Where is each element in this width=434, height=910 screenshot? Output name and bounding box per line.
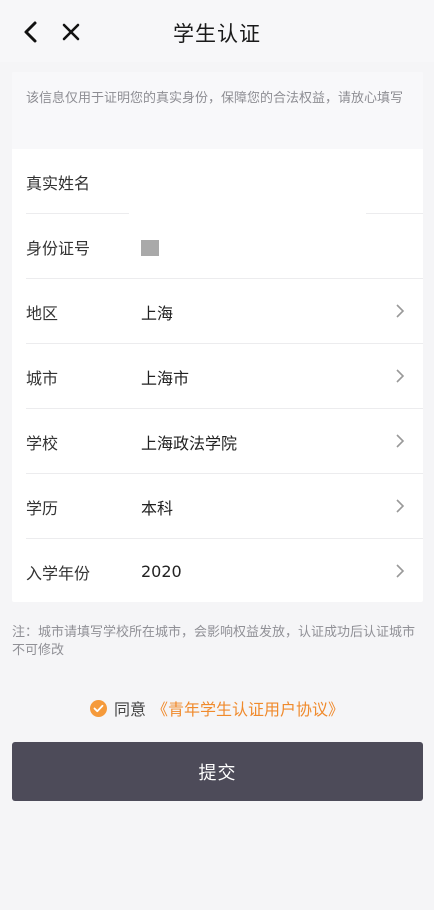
real-name-row[interactable]: 真实姓名	[12, 149, 423, 214]
privacy-notice: 该信息仅用于证明您的真实身份，保障您的合法权益，请放心填写	[12, 72, 423, 149]
city-row[interactable]: 城市 上海市	[12, 344, 423, 409]
real-name-label: 真实姓名	[26, 173, 91, 193]
education-label: 学历	[26, 498, 59, 518]
city-value: 上海市	[141, 368, 190, 388]
verification-form-card: 该信息仅用于证明您的真实身份，保障您的合法权益，请放心填写 真实姓名 身份证号 …	[12, 72, 423, 602]
education-value: 本科	[141, 498, 174, 518]
region-row[interactable]: 地区 上海	[12, 279, 423, 344]
enrollment-year-row[interactable]: 入学年份 2020	[12, 539, 423, 602]
chevron-right-icon	[396, 564, 405, 578]
id-number-placeholder-block	[141, 240, 159, 256]
enrollment-year-label: 入学年份	[26, 563, 91, 583]
chevron-right-icon	[396, 304, 405, 318]
agreement-text: 同意	[113, 700, 146, 719]
school-label: 学校	[26, 433, 59, 453]
education-row[interactable]: 学历 本科	[12, 474, 423, 539]
chevron-right-icon	[396, 369, 405, 383]
city-note: 注：城市请填写学校所在城市，会影响权益发放，认证成功后认证城市不可修改	[12, 625, 416, 658]
agreement-link[interactable]: 《青年学生认证用户协议》	[152, 696, 344, 720]
chevron-right-icon	[396, 499, 405, 513]
id-number-label: 身份证号	[26, 238, 91, 258]
chevron-right-icon	[396, 434, 405, 448]
check-icon	[93, 704, 104, 712]
school-row[interactable]: 学校 上海政法学院	[12, 409, 423, 474]
school-value: 上海政法学院	[141, 433, 238, 453]
page-title: 学生认证	[173, 22, 261, 46]
agreement-checkbox[interactable]	[89, 699, 107, 717]
enrollment-year-value: 2020	[141, 562, 182, 581]
region-label: 地区	[26, 303, 59, 323]
top-nav-bar: 学生认证	[0, 0, 434, 62]
submit-button[interactable]: 提交	[12, 742, 423, 801]
city-label: 城市	[26, 368, 59, 388]
region-value: 上海	[141, 303, 174, 323]
id-number-row[interactable]: 身份证号	[12, 214, 423, 279]
agreement-row: 同意 《青年学生认证用户协议》	[0, 697, 434, 719]
